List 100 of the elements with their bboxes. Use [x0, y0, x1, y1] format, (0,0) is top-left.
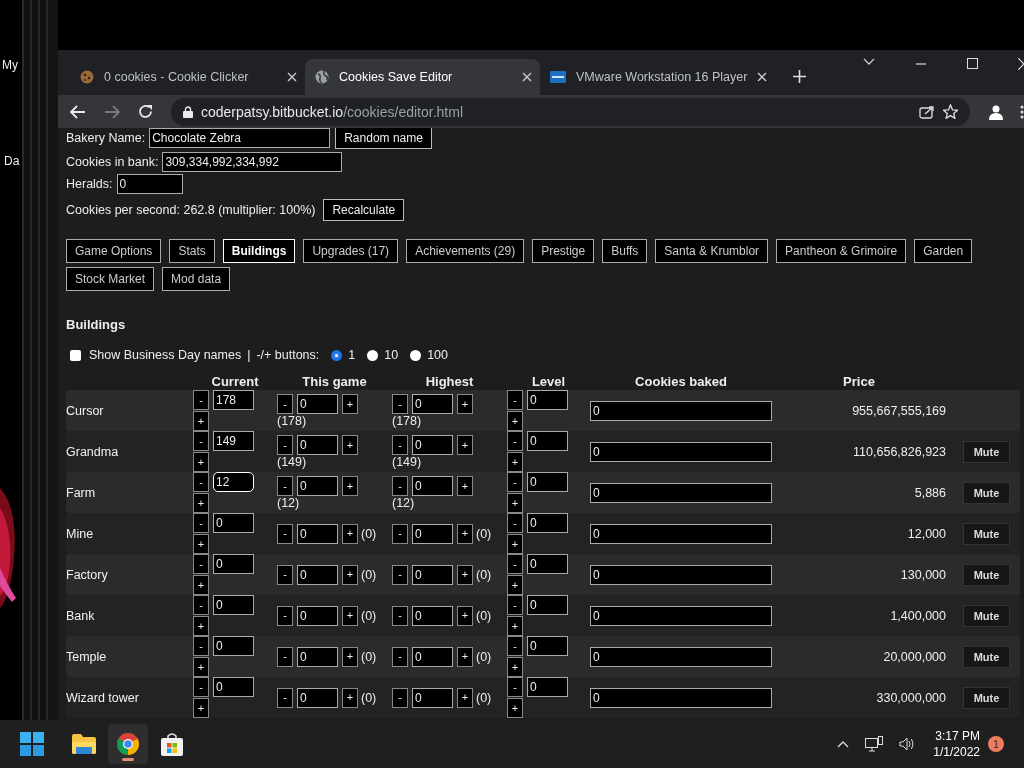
cookies-baked-field[interactable]: 0: [590, 400, 772, 421]
minus-button[interactable]: -: [507, 636, 523, 656]
folder-icon[interactable]: [72, 733, 96, 755]
plus-button[interactable]: +: [342, 605, 358, 626]
level-field[interactable]: 0: [527, 595, 568, 615]
mute-button[interactable]: Mute: [963, 604, 1010, 627]
plus-button[interactable]: +: [342, 564, 358, 585]
minus-button[interactable]: -: [507, 554, 523, 574]
minus-button[interactable]: -: [193, 595, 209, 615]
minus-button[interactable]: -: [392, 476, 408, 496]
minus-button[interactable]: -: [392, 394, 408, 414]
highest-field[interactable]: 0: [412, 646, 453, 667]
plus-button[interactable]: +: [342, 394, 358, 414]
minus-button[interactable]: -: [392, 564, 408, 585]
share-icon[interactable]: [919, 104, 935, 119]
minus-button[interactable]: -: [277, 476, 293, 496]
mute-button[interactable]: Mute: [963, 686, 1010, 709]
this-game-field[interactable]: 0: [297, 435, 338, 455]
highest-field[interactable]: 0: [412, 435, 453, 455]
speaker-icon[interactable]: [899, 737, 916, 751]
plus-button[interactable]: +: [342, 435, 358, 455]
minus-button[interactable]: -: [193, 472, 209, 492]
plus-button[interactable]: +: [507, 575, 523, 595]
cookies-in-bank-field[interactable]: 309,334,992,334,992: [162, 151, 343, 172]
menu-icon[interactable]: [1020, 104, 1024, 119]
section-tab[interactable]: Stats: [169, 239, 215, 263]
this-game-field[interactable]: 0: [297, 605, 338, 626]
browser-tab[interactable]: Cookies Save Editor: [305, 59, 540, 95]
current-count-field[interactable]: 149: [213, 431, 254, 451]
random-name-button[interactable]: Random name: [335, 128, 432, 149]
section-tab[interactable]: Buildings: [222, 239, 296, 263]
network-icon[interactable]: [865, 736, 884, 752]
minus-button[interactable]: -: [193, 390, 209, 410]
cookies-baked-field[interactable]: 0: [590, 482, 772, 503]
section-tab[interactable]: Prestige: [532, 239, 595, 263]
heralds-field[interactable]: 0: [116, 174, 183, 194]
plus-button[interactable]: +: [457, 476, 473, 496]
plus-button[interactable]: +: [193, 657, 209, 677]
minus-button[interactable]: -: [193, 677, 209, 697]
this-game-field[interactable]: 0: [297, 476, 338, 496]
profile-icon[interactable]: [988, 103, 1004, 120]
plus-button[interactable]: +: [507, 698, 523, 718]
minus-button[interactable]: -: [392, 605, 408, 626]
plus-button[interactable]: +: [457, 523, 473, 544]
minus-button[interactable]: -: [193, 554, 209, 574]
start-icon[interactable]: [20, 732, 44, 756]
plus-button[interactable]: +: [193, 493, 209, 513]
radio-button[interactable]: [367, 349, 379, 361]
minus-button[interactable]: -: [193, 636, 209, 656]
section-tab[interactable]: Garden: [914, 239, 973, 263]
cookies-baked-field[interactable]: 0: [590, 441, 772, 462]
minus-button[interactable]: -: [277, 435, 293, 455]
level-field[interactable]: 0: [527, 513, 568, 533]
plus-button[interactable]: +: [507, 493, 523, 513]
section-tab[interactable]: Pantheon & Grimoire: [776, 239, 907, 263]
section-tab[interactable]: Mod data: [162, 267, 231, 291]
minus-button[interactable]: -: [507, 513, 523, 533]
mute-button[interactable]: Mute: [963, 522, 1010, 545]
section-tab[interactable]: Buffs: [602, 239, 648, 263]
level-field[interactable]: 0: [527, 636, 568, 656]
chevron-down-icon[interactable]: [863, 58, 875, 66]
cookies-baked-field[interactable]: 0: [590, 687, 772, 708]
minus-button[interactable]: -: [392, 435, 408, 455]
section-tab[interactable]: Game Options: [66, 239, 162, 263]
current-count-field[interactable]: 0: [213, 595, 254, 615]
cookies-baked-field[interactable]: 0: [590, 605, 772, 626]
plus-button[interactable]: +: [342, 646, 358, 667]
minus-button[interactable]: -: [507, 472, 523, 492]
plus-button[interactable]: +: [507, 657, 523, 677]
reload-icon[interactable]: [138, 104, 153, 119]
minus-button[interactable]: -: [277, 687, 293, 708]
plus-button[interactable]: +: [193, 575, 209, 595]
cookies-baked-field[interactable]: 0: [590, 564, 772, 585]
plus-button[interactable]: +: [342, 523, 358, 544]
plus-button[interactable]: +: [457, 646, 473, 667]
highest-field[interactable]: 0: [412, 687, 453, 708]
current-count-field[interactable]: 0: [213, 513, 254, 533]
plus-button[interactable]: +: [342, 687, 358, 708]
plus-button[interactable]: +: [457, 564, 473, 585]
plus-button[interactable]: +: [457, 394, 473, 414]
current-count-field[interactable]: 0: [213, 554, 254, 574]
mute-button[interactable]: Mute: [963, 481, 1010, 504]
highest-field[interactable]: 0: [412, 523, 453, 544]
current-count-field[interactable]: 12: [213, 472, 254, 492]
minus-button[interactable]: -: [277, 523, 293, 544]
radio-button[interactable]: [331, 349, 343, 361]
this-game-field[interactable]: 0: [297, 687, 338, 708]
section-tab[interactable]: Stock Market: [66, 267, 155, 291]
minus-button[interactable]: -: [193, 513, 209, 533]
level-field[interactable]: 0: [527, 554, 568, 574]
level-field[interactable]: 0: [527, 472, 568, 492]
minus-button[interactable]: -: [507, 677, 523, 697]
plus-button[interactable]: +: [507, 411, 523, 431]
minus-button[interactable]: -: [277, 564, 293, 585]
plus-button[interactable]: +: [193, 534, 209, 554]
section-tab[interactable]: Achievements (29): [406, 239, 525, 263]
minus-button[interactable]: -: [392, 687, 408, 708]
this-game-field[interactable]: 0: [297, 564, 338, 585]
back-arrow-icon[interactable]: [70, 104, 86, 119]
clock-time[interactable]: 3:17 PM: [935, 728, 980, 744]
